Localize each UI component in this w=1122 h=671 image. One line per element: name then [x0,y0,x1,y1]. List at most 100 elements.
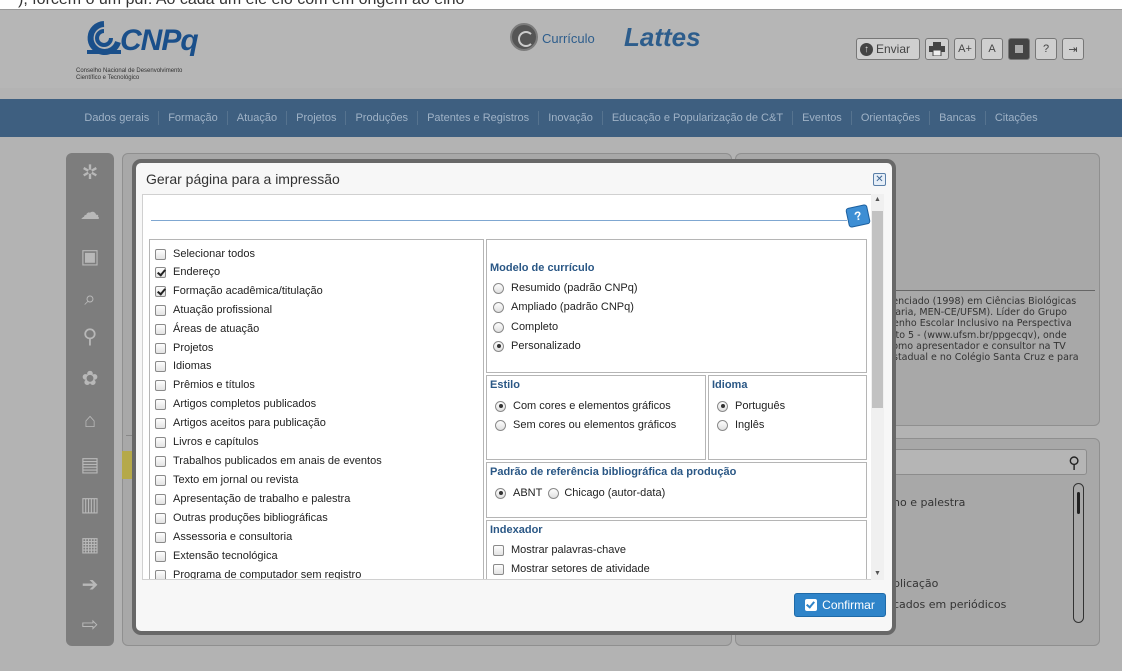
checkbox[interactable] [155,323,166,335]
checkbox-idiomas[interactable]: Idiomas [155,357,212,375]
checkbox-select-all[interactable]: Selecionar todos [155,245,255,263]
radio-ingles[interactable]: Inglês [717,419,764,431]
background-list-item[interactable]: blicação [893,577,938,590]
font-normal-button[interactable]: A [981,38,1003,60]
confirm-button[interactable]: Confirmar [794,593,886,617]
checkbox[interactable] [493,563,504,575]
checkbox[interactable] [155,436,166,448]
radio[interactable] [717,400,728,412]
checkbox-livros[interactable]: Livros e capítulos [155,433,259,451]
radio-chicago[interactable] [548,487,560,499]
checkbox[interactable] [155,493,166,505]
print-rail-icon[interactable]: ▦ [78,533,102,557]
magnifier-icon[interactable]: ⚲ [78,325,102,349]
nav-projetos[interactable]: Projetos [286,111,345,125]
nav-citacoes[interactable]: Citações [984,111,1047,125]
nav-formacao[interactable]: Formação [158,111,227,125]
id-card-icon[interactable]: ▣ [78,245,102,269]
radio[interactable] [495,419,506,431]
checkbox-projetos[interactable]: Projetos [155,339,213,357]
nav-atuacao[interactable]: Atuação [226,111,286,125]
search-list-icon[interactable]: ⌕ [78,287,102,311]
institution-icon[interactable]: ⌂ [78,409,102,433]
radio-completo[interactable]: Completo [493,321,558,333]
search-icon[interactable]: ⚲ [1068,453,1080,473]
checkbox[interactable] [155,398,166,410]
nav-eventos[interactable]: Eventos [792,111,851,125]
checkbox[interactable] [155,360,166,372]
print-button[interactable] [925,38,949,60]
checkbox-formacao[interactable]: Formação acadêmica/titulação [155,282,323,300]
nav-orientacoes[interactable]: Orientações [850,111,929,125]
background-search-input[interactable]: ⚲ [887,449,1087,475]
checkbox[interactable] [155,550,166,562]
checkbox[interactable] [155,417,166,429]
font-increase-button[interactable]: A+ [954,38,976,60]
checkbox-premios[interactable]: Prêmios e títulos [155,376,255,394]
radio-com-cores[interactable]: Com cores e elementos gráficos [495,400,671,412]
scroll-up-icon[interactable]: ▲ [871,194,884,206]
checkbox[interactable] [493,544,504,556]
checkbox[interactable] [155,569,166,579]
checkbox-trabalhos-anais[interactable]: Trabalhos publicados em anais de eventos [155,452,382,470]
radio[interactable] [493,282,504,294]
logout-rail-icon[interactable]: ⇨ [78,613,102,637]
radio-resumido[interactable]: Resumido (padrão CNPq) [493,282,638,294]
checkbox[interactable] [155,455,166,467]
brain-icon[interactable]: ✿ [78,367,102,391]
checkbox[interactable] [155,285,166,297]
nav-patentes[interactable]: Patentes e Registros [417,111,538,125]
radio-portugues[interactable]: Português [717,400,785,412]
radio[interactable] [493,340,504,352]
help-book-icon[interactable]: ? [845,203,871,229]
radio-personalizado[interactable]: Personalizado [493,340,581,352]
scrollbar-thumb[interactable] [872,211,883,408]
cnpq-logo[interactable]: CNPq Conselho Nacional de Desenvolviment… [76,18,266,88]
background-scrollbar[interactable] [1073,483,1084,623]
checkbox-texto-jornal[interactable]: Texto em jornal ou revista [155,471,298,489]
nav-inovacao[interactable]: Inovação [538,111,602,125]
nav-bancas[interactable]: Bancas [929,111,985,125]
background-list-item[interactable]: cados em periódicos [893,598,1006,611]
nav-educacao[interactable]: Educação e Popularização de C&T [601,111,792,125]
checkbox-artigos-completos[interactable]: Artigos completos publicados [155,395,316,413]
checkbox-apresentacao[interactable]: Apresentação de trabalho e palestra [155,490,350,508]
scroll-down-icon[interactable]: ▼ [871,568,884,580]
export-icon[interactable]: ▤ [78,453,102,477]
send-button[interactable]: ↑ Enviar [856,38,920,60]
checkbox-artigos-aceitos[interactable]: Artigos aceitos para publicação [155,414,326,432]
checkbox[interactable] [155,266,166,278]
checkbox[interactable] [155,474,166,486]
radio[interactable] [495,400,506,412]
checkbox[interactable] [155,531,166,543]
radio[interactable] [493,321,504,333]
checkbox-atuacao[interactable]: Atuação profissional [155,301,272,319]
radio[interactable] [493,301,504,313]
checkbox-areas[interactable]: Áreas de atuação [155,320,259,338]
network-icon[interactable]: ✲ [78,161,102,185]
contrast-button[interactable] [1008,38,1030,60]
checkbox[interactable] [155,304,166,316]
radio[interactable] [717,419,728,431]
checkbox-outras-producoes[interactable]: Outras produções bibliográficas [155,509,328,527]
dialog-scrollbar[interactable]: ▲ ▼ [871,194,884,580]
checkbox-extensao[interactable]: Extensão tecnológica [155,547,278,565]
checkbox[interactable] [155,248,166,260]
radio-abnt[interactable] [495,487,506,499]
checkbox[interactable] [155,512,166,524]
nav-producoes[interactable]: Produções [345,111,417,125]
exit-button[interactable]: ⇥ [1062,38,1084,60]
checkbox[interactable] [155,342,166,354]
nav-dados-gerais[interactable]: Dados gerais [75,111,158,125]
close-icon[interactable]: ✕ [873,173,886,186]
radio-ampliado[interactable]: Ampliado (padrão CNPq) [493,301,634,313]
checkbox[interactable] [155,379,166,391]
cloud-icon[interactable]: ☁ [78,201,102,225]
checkbox-palavras-chave[interactable]: Mostrar palavras-chave [493,544,626,556]
send-rail-icon[interactable]: ➔ [78,573,102,597]
document-icon[interactable]: ▥ [78,493,102,517]
checkbox-setores[interactable]: Mostrar setores de atividade [493,563,650,575]
checkbox-endereco[interactable]: Endereço [155,263,220,281]
checkbox-assessoria[interactable]: Assessoria e consultoria [155,528,292,546]
background-list-item[interactable]: ho e palestra [893,496,965,509]
